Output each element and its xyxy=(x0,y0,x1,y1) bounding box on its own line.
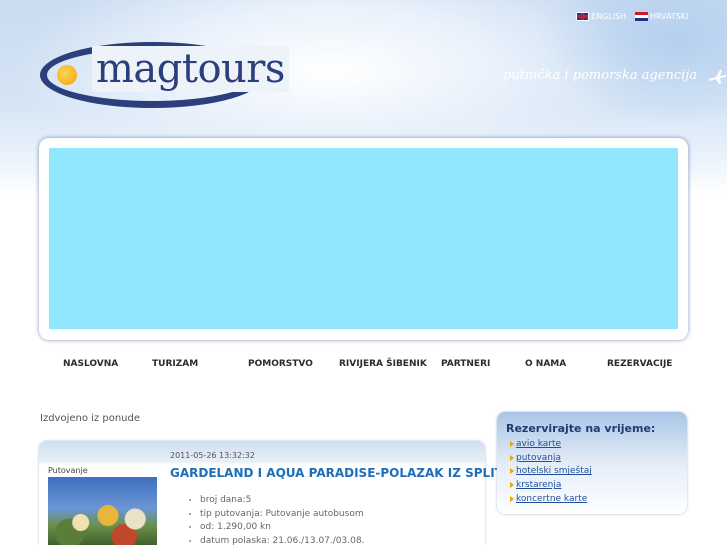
offer-detail-days: broj dana:5 xyxy=(200,494,364,508)
language-croatian-link[interactable]: HRVATSKI xyxy=(635,12,689,21)
offer-details-list: broj dana:5 tip putovanja: Putovanje aut… xyxy=(190,494,364,545)
offer-detail-type: tip putovanja: Putovanje autobusom xyxy=(200,508,364,522)
arrow-right-icon xyxy=(510,440,514,447)
logo-text: magtours xyxy=(92,46,289,92)
uk-flag-icon xyxy=(576,12,589,21)
nav-turizam[interactable]: TURIZAM xyxy=(152,359,198,369)
link-avio-karte[interactable]: avio karte xyxy=(516,439,561,449)
banner-slideshow[interactable] xyxy=(49,148,678,329)
list-item: putovanja xyxy=(510,451,592,465)
list-item: avio karte xyxy=(510,437,592,451)
arrow-right-icon xyxy=(510,468,514,475)
link-koncertne-karte[interactable]: koncertne karte xyxy=(516,494,587,504)
offer-detail-price: od: 1.290,00 kn xyxy=(200,521,364,535)
logo-sun-icon xyxy=(57,65,77,85)
offer-detail-departure: datum polaska: 21.06./13.07./03.08. xyxy=(200,535,364,545)
link-hotelski-smjestaj[interactable]: hotelski smještaj xyxy=(516,466,592,476)
arrow-right-icon xyxy=(510,454,514,461)
nav-pomorstvo[interactable]: POMORSTVO xyxy=(248,359,313,369)
nav-rezervacije[interactable]: REZERVACIJE xyxy=(607,359,672,369)
arrow-right-icon xyxy=(510,496,514,503)
reservation-links: avio karte putovanja hotelski smještaj k… xyxy=(510,437,592,506)
list-item: koncertne karte xyxy=(510,492,592,506)
arrow-right-icon xyxy=(510,482,514,489)
croatia-flag-icon xyxy=(635,12,648,21)
list-item: krstarenja xyxy=(510,478,592,492)
tagline: putnička i pomorska agencija xyxy=(503,68,698,83)
offer-category: Putovanje xyxy=(48,466,88,475)
list-item: hotelski smještaj xyxy=(510,465,592,479)
link-krstarenja[interactable]: krstarenja xyxy=(516,480,561,490)
language-english-link[interactable]: ENGLISH xyxy=(576,12,626,21)
nav-rivijera-sibenik[interactable]: RIVIJERA ŠIBENIK xyxy=(339,359,427,369)
nav-o-nama[interactable]: O NAMA xyxy=(525,359,566,369)
language-croatian-label: HRVATSKI xyxy=(650,12,689,21)
link-putovanja[interactable]: putovanja xyxy=(516,453,561,463)
offer-title-link[interactable]: GARDELAND I AQUA PARADISE-POLAZAK IZ SPL… xyxy=(170,466,511,480)
airplane-icon xyxy=(709,70,726,84)
language-english-label: ENGLISH xyxy=(591,12,627,21)
nav-naslovna[interactable]: NASLOVNA xyxy=(63,359,118,369)
reservation-box-title: Rezervirajte na vrijeme: xyxy=(506,422,656,435)
magtours-logo[interactable]: magtours xyxy=(40,40,289,108)
offer-date: 2011-05-26 13:32:32 xyxy=(170,451,255,460)
section-title: Izdvojeno iz ponude xyxy=(40,413,140,424)
nav-partneri[interactable]: PARTNERI xyxy=(441,359,490,369)
offer-image[interactable] xyxy=(48,477,157,545)
